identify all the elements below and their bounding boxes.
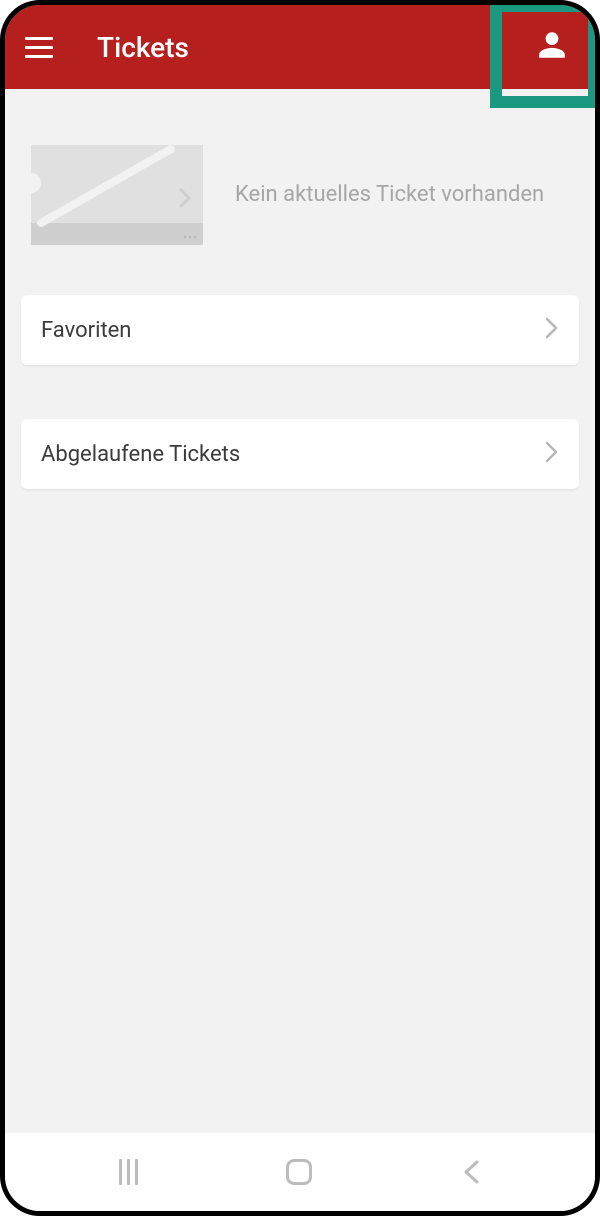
android-home-button[interactable] <box>286 1159 312 1185</box>
no-ticket-text: Kein aktuelles Ticket vorhanden <box>235 180 544 210</box>
android-nav-bar <box>5 1133 595 1211</box>
favorites-row[interactable]: Favoriten <box>21 295 579 365</box>
app-header: Tickets <box>5 5 595 89</box>
main-content: Kein aktuelles Ticket vorhanden Favorite… <box>5 89 595 489</box>
menu-icon[interactable] <box>25 31 57 63</box>
device-frame: Tickets Kein aktuelles Ticke <box>0 0 600 1216</box>
no-ticket-placeholder: Kein aktuelles Ticket vorhanden <box>21 89 579 295</box>
favorites-label: Favoriten <box>41 318 131 343</box>
profile-icon <box>535 28 569 62</box>
chevron-right-icon <box>545 317 559 343</box>
expired-tickets-row[interactable]: Abgelaufene Tickets <box>21 419 579 489</box>
page-title: Tickets <box>97 31 189 64</box>
chevron-right-icon <box>545 441 559 467</box>
profile-button[interactable] <box>535 28 569 66</box>
expired-tickets-label: Abgelaufene Tickets <box>41 442 240 467</box>
android-recent-button[interactable] <box>119 1159 138 1185</box>
android-back-button[interactable] <box>461 1158 481 1186</box>
ticket-stub-icon <box>31 145 203 245</box>
